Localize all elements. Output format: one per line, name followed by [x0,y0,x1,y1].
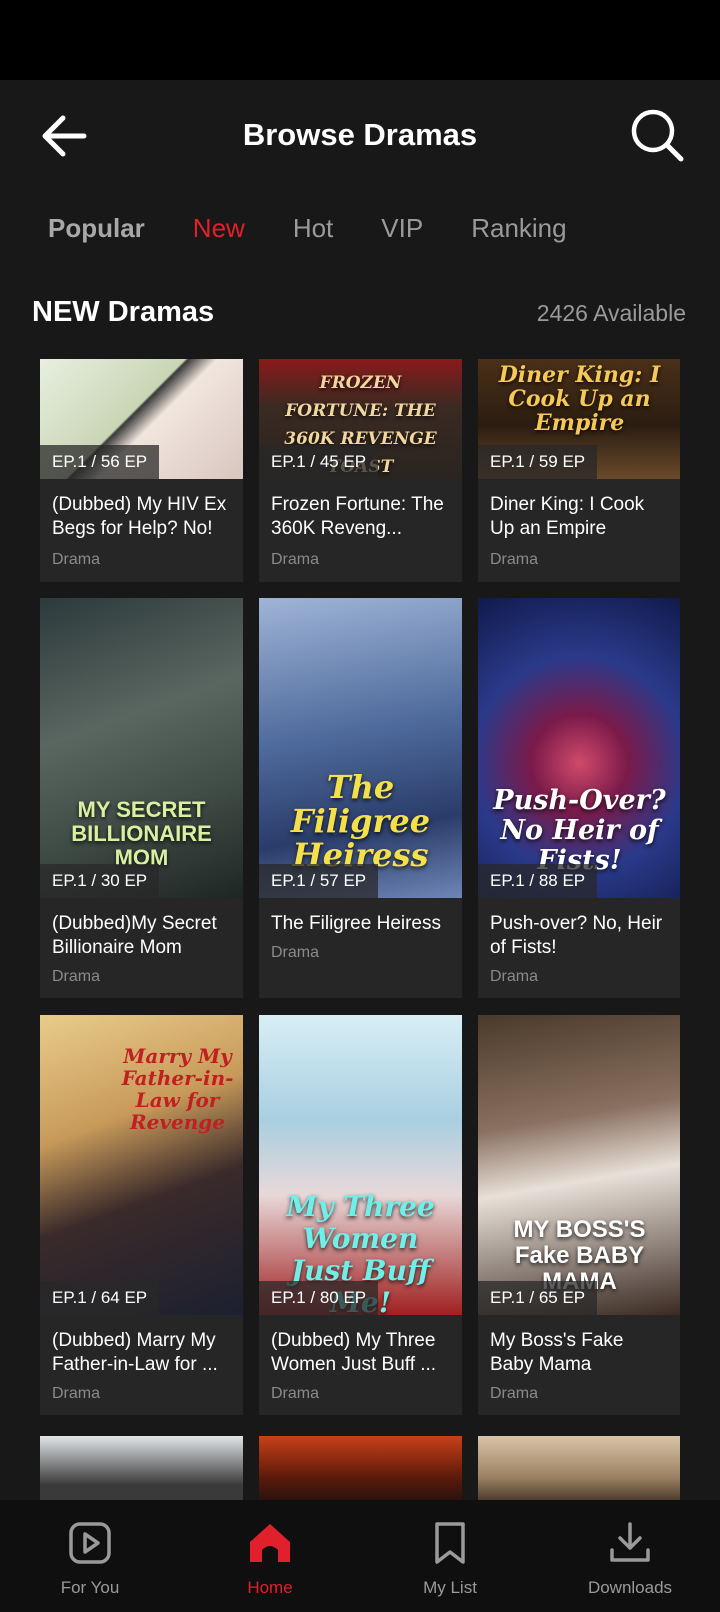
nav-for-you[interactable]: For You [0,1500,180,1612]
drama-card[interactable]: The Filigree Heiress EP.1 / 57 EP The Fi… [259,598,462,998]
poster-title: MY SECRET BILLIONAIRE MOM [71,797,212,870]
search-button[interactable] [628,106,686,164]
drama-card[interactable]: My Three Women Just Buff Me! EP.1 / 80 E… [259,1015,462,1415]
nav-my-list[interactable]: My List [360,1500,540,1612]
nav-home[interactable]: Home [180,1500,360,1612]
tab-ranking[interactable]: Ranking [471,208,566,248]
drama-genre: Drama [52,551,101,568]
poster-image: EP.1 / 56 EP [40,359,243,479]
nav-label: For You [60,1578,120,1597]
nav-label: My List [423,1578,477,1597]
drama-title: (Dubbed) My HIV Ex Begs for Help? No! [52,494,227,539]
episode-badge: EP.1 / 57 EP [259,864,379,898]
poster-image: My Three Women Just Buff Me! EP.1 / 80 E… [259,1015,462,1315]
drama-genre: Drama [490,968,539,985]
drama-grid: EP.1 / 56 EP (Dubbed) My HIV Ex Begs for… [40,359,680,1501]
drama-genre: Drama [490,1385,539,1402]
section-title: NEW Dramas [32,296,215,328]
tab-new[interactable]: New [193,208,245,248]
poster-image: MY BOSS'S Fake BABY MAMA EP.1 / 65 EP [478,1015,680,1315]
poster-image [478,1436,680,1501]
poster-image [40,1436,243,1501]
drama-title: The Filigree Heiress [271,913,441,934]
poster-image [259,1436,462,1501]
poster-image: Marry My Father-in-Law for Revenge EP.1 … [40,1015,243,1315]
drama-card[interactable]: EP.1 / 56 EP (Dubbed) My HIV Ex Begs for… [40,359,243,582]
episode-badge: EP.1 / 80 EP [259,1281,379,1315]
drama-card[interactable]: Push-Over? No Heir of Fists! EP.1 / 88 E… [478,598,680,998]
poster-title: Diner King: I Cook Up an Empire [498,362,661,436]
poster-title: The Filigree Heiress [290,768,431,874]
drama-genre: Drama [52,1385,101,1402]
drama-title: (Dubbed) Marry My Father-in-Law for ... [52,1330,218,1375]
poster-image: MY SECRET BILLIONAIRE MOM EP.1 / 30 EP [40,598,243,898]
episode-badge: EP.1 / 45 EP [259,445,379,479]
drama-card[interactable]: Marry My Father-in-Law for Revenge EP.1 … [40,1015,243,1415]
drama-card[interactable]: Diner King: I Cook Up an Empire EP.1 / 5… [478,359,680,582]
episode-badge: EP.1 / 65 EP [478,1281,598,1315]
poster-image: FROZEN FORTUNE: THE 360K REVENGE TOAST E… [259,359,462,479]
drama-title: Diner King: I Cook Up an Empire [490,494,645,539]
drama-title: My Boss's Fake Baby Mama [490,1330,624,1375]
search-icon [631,109,684,162]
drama-title: (Dubbed) My Three Women Just Buff ... [271,1330,437,1375]
drama-card[interactable] [478,1436,680,1501]
drama-card[interactable]: FROZEN FORTUNE: THE 360K REVENGE TOAST E… [259,359,462,582]
episode-badge: EP.1 / 30 EP [40,864,160,898]
available-count: 2426 Available [536,300,686,326]
poster-image: The Filigree Heiress EP.1 / 57 EP [259,598,462,898]
bottom-nav: For You Home My List Downloads [0,1500,720,1612]
play-icon [69,1522,111,1564]
tab-vip[interactable]: VIP [381,208,423,248]
drama-title: Frozen Fortune: The 360K Reveng... [271,494,444,539]
drama-card[interactable]: MY BOSS'S Fake BABY MAMA EP.1 / 65 EP My… [478,1015,680,1415]
download-icon [610,1522,650,1562]
drama-genre: Drama [490,551,539,568]
poster-image: Diner King: I Cook Up an Empire EP.1 / 5… [478,359,680,479]
drama-title: Push-over? No, Heir of Fists! [490,913,663,958]
poster-image: Push-Over? No Heir of Fists! EP.1 / 88 E… [478,598,680,898]
drama-genre: Drama [271,1385,320,1402]
episode-badge: EP.1 / 64 EP [40,1281,160,1315]
status-bar [0,0,720,80]
nav-label: Downloads [587,1578,673,1597]
bookmark-icon [435,1522,465,1564]
episode-badge: EP.1 / 88 EP [478,864,598,898]
tab-popular[interactable]: Popular [48,208,145,248]
header: Browse Dramas [0,80,720,190]
poster-title: Push-Over? No Heir of Fists! [493,785,666,876]
drama-genre: Drama [271,944,320,961]
episode-badge: EP.1 / 56 EP [40,445,160,479]
drama-genre: Drama [52,968,101,985]
category-tabs: Popular New Hot VIP Ranking [48,208,615,248]
drama-card[interactable] [40,1436,243,1501]
nav-downloads[interactable]: Downloads [540,1500,720,1612]
episode-badge: EP.1 / 59 EP [478,445,598,479]
poster-title: Marry My Father-in-Law for Revenge [121,1044,234,1134]
drama-card[interactable]: MY SECRET BILLIONAIRE MOM EP.1 / 30 EP (… [40,598,243,998]
drama-genre: Drama [271,551,320,568]
tab-hot[interactable]: Hot [293,208,333,248]
drama-title: (Dubbed)My Secret Billionaire Mom [52,913,217,958]
drama-card[interactable] [259,1436,462,1501]
nav-label: Home [247,1578,293,1597]
page-title: Browse Dramas [242,117,478,152]
home-icon [250,1524,290,1562]
